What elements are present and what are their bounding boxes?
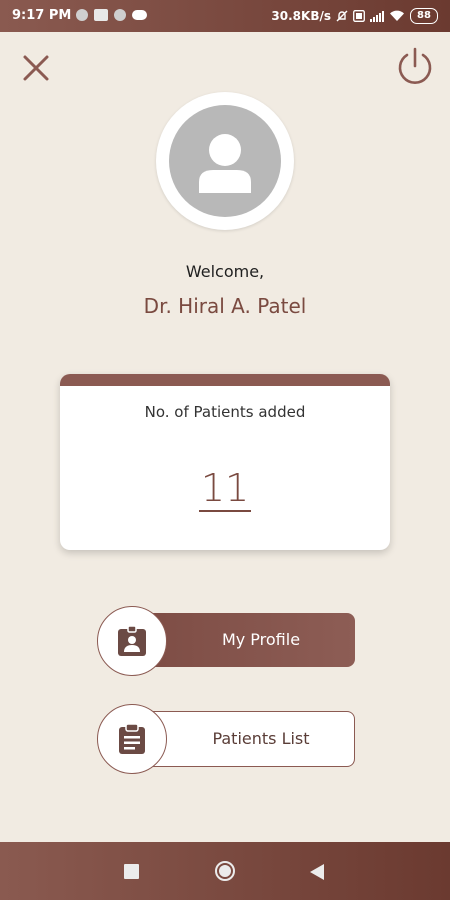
patients-list-label: Patients List xyxy=(212,729,310,748)
battery-icon: 88 xyxy=(410,8,438,24)
wifi-icon xyxy=(390,10,404,21)
clipboard-icon xyxy=(119,723,145,754)
hd-icon xyxy=(353,10,365,22)
mute-icon xyxy=(336,10,348,22)
status-bar: 9:17 PM 30.8KB/s 88 xyxy=(0,0,450,32)
my-profile-icon-circle xyxy=(97,606,167,676)
status-left-icons xyxy=(76,9,147,21)
doctor-name: Dr. Hiral A. Patel xyxy=(143,294,307,318)
avatar-frame xyxy=(156,92,294,230)
patients-count-card: No. of Patients added 11 xyxy=(60,374,390,550)
recents-icon[interactable] xyxy=(124,864,139,879)
patients-count-value[interactable]: 11 xyxy=(198,467,252,512)
status-right-icons: 30.8KB/s 88 xyxy=(271,8,438,24)
power-icon xyxy=(398,47,432,84)
avatar xyxy=(169,105,281,217)
close-icon xyxy=(23,55,49,81)
patients-list-icon-circle xyxy=(97,704,167,774)
navigation-bar xyxy=(0,842,450,900)
cloud-icon xyxy=(132,10,147,20)
signal-icon xyxy=(370,11,384,22)
patients-list-button[interactable]: Patients List xyxy=(97,704,357,776)
my-profile-label: My Profile xyxy=(221,630,301,649)
message-icon xyxy=(94,9,108,21)
home-icon[interactable] xyxy=(214,860,236,882)
network-speed: 30.8KB/s xyxy=(271,9,331,23)
status-time: 9:17 PM xyxy=(12,8,72,23)
patients-count[interactable]: 11 xyxy=(60,466,390,512)
profile-badge-icon xyxy=(118,625,146,656)
notification-dot-icon xyxy=(76,9,88,21)
back-icon[interactable] xyxy=(309,863,325,881)
my-profile-button[interactable]: My Profile xyxy=(97,606,357,678)
card-title: No. of Patients added xyxy=(144,403,306,421)
notification-dot-icon xyxy=(114,9,126,21)
close-button[interactable] xyxy=(20,52,52,84)
welcome-text: Welcome, xyxy=(185,262,265,281)
card-header-bar xyxy=(60,374,390,386)
logout-button[interactable] xyxy=(396,46,434,86)
user-avatar-icon xyxy=(199,134,251,193)
